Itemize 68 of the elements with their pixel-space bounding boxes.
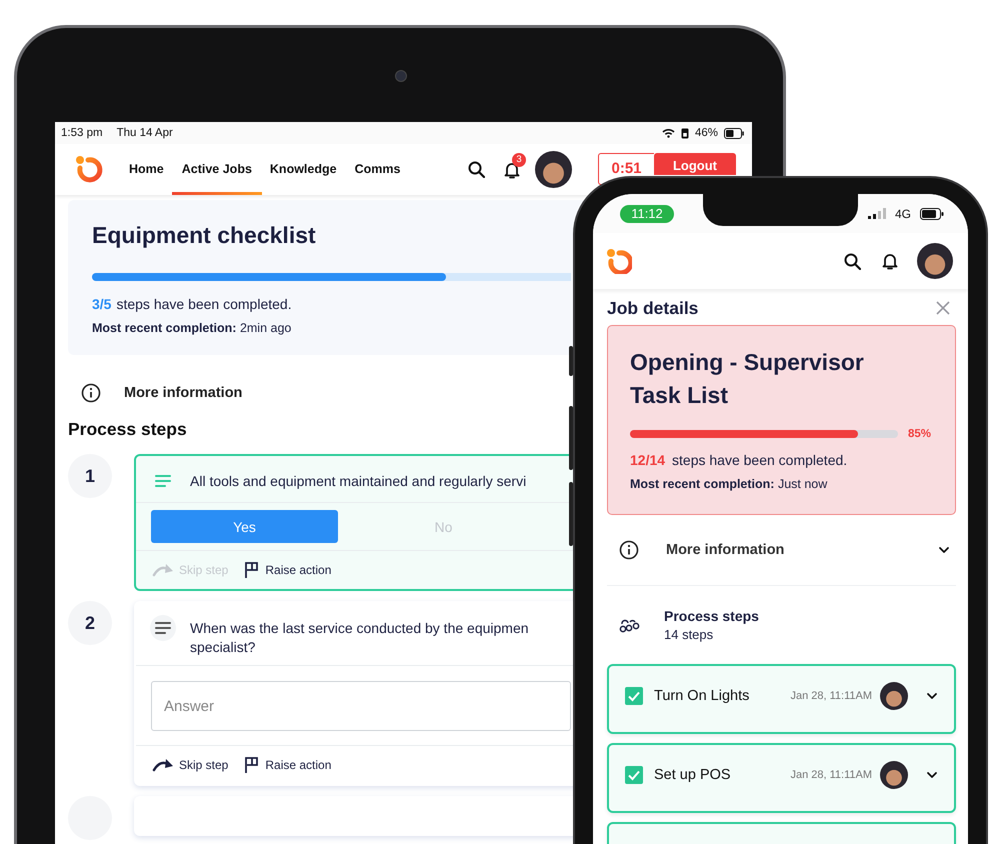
checkbox[interactable] — [625, 687, 643, 705]
raise-action-link[interactable]: Raise action — [244, 756, 332, 774]
avatar[interactable] — [535, 151, 572, 188]
completion-date: Jan 28, 11:11AM — [790, 690, 872, 702]
step-card[interactable]: Turn On Lights Jan 28, 11:11AM — [607, 664, 956, 734]
bell-icon[interactable] — [881, 252, 899, 270]
progress-text: steps have been completed. — [672, 452, 848, 468]
step-title: Turn On Lights — [654, 688, 750, 704]
signal-bars-icon — [868, 208, 886, 219]
search-icon[interactable] — [468, 161, 485, 178]
completed-count: 12/14 — [630, 452, 666, 468]
battery-percent: 46% — [694, 127, 718, 139]
more-information-row[interactable]: More information — [607, 515, 956, 586]
sim-card-icon — [680, 128, 689, 138]
recent-completion: Most recent completion: Just now — [630, 477, 828, 491]
avatar[interactable] — [880, 761, 908, 789]
flag-icon — [244, 561, 260, 579]
step-question: When was the last service conducted by the equipmen specialist? — [190, 619, 529, 657]
info-icon — [619, 540, 639, 560]
nav-tab[interactable]: Comms — [354, 144, 400, 195]
step-question: All tools and equipment maintained and regularly servi — [190, 472, 526, 491]
flag-icon — [244, 756, 260, 774]
app-logo — [75, 154, 105, 184]
section-heading: Process steps — [68, 419, 188, 440]
progress-percent: 85% — [908, 428, 932, 440]
chevron-down-icon — [926, 770, 938, 780]
search-icon[interactable] — [844, 252, 861, 270]
raise-action-link[interactable]: Raise action — [244, 561, 332, 579]
notification-badge: 3 — [512, 152, 526, 166]
status-date: Thu 14 Apr — [116, 127, 173, 139]
wifi-icon — [662, 128, 675, 138]
checkbox[interactable] — [625, 766, 643, 784]
completed-count: 3/5 — [92, 296, 112, 312]
step-number: 2 — [68, 601, 112, 645]
camera-dot — [395, 70, 407, 82]
step-count: 14 steps — [664, 627, 714, 642]
answer-field[interactable]: Answer — [151, 681, 571, 731]
job-title: Opening - Supervisor Task List — [630, 348, 865, 410]
curved-arrow-icon — [152, 563, 174, 577]
progress-text: steps have been completed. — [116, 296, 292, 312]
network-type: 4G — [894, 206, 911, 220]
status-time: 1:53 pm — [61, 127, 103, 139]
step-title: Set up POS — [654, 767, 731, 783]
skip-step-link[interactable]: Skip step — [152, 756, 228, 774]
close-icon[interactable] — [936, 301, 950, 315]
step-card[interactable]: Set up POS Jan 28, 11:11AM — [607, 743, 956, 813]
avatar[interactable] — [880, 682, 908, 710]
nav-tab[interactable]: Active Jobs — [172, 144, 262, 195]
checklist-title: Equipment checklist — [92, 222, 317, 249]
panel-title: Job details — [607, 298, 698, 318]
battery-icon — [920, 208, 944, 220]
app-logo — [606, 248, 632, 274]
logout-button[interactable]: Logout — [654, 153, 736, 175]
nav-tab[interactable]: Knowledge — [270, 144, 337, 195]
avatar[interactable] — [917, 243, 953, 279]
info-icon — [81, 383, 101, 403]
curved-arrow-icon — [152, 758, 174, 772]
lines-icon — [150, 615, 176, 641]
recent-completion: Most recent completion: 2min ago — [92, 321, 292, 335]
completion-date: Jan 28, 11:11AM — [790, 769, 872, 781]
bell-icon[interactable] — [503, 160, 521, 178]
status-time: 11:12 — [620, 204, 674, 222]
chevron-down-icon — [926, 691, 938, 701]
step-number: 1 — [68, 454, 112, 498]
section-heading: Process steps — [664, 608, 759, 624]
more-information-link[interactable]: More information — [124, 385, 242, 401]
battery-icon — [724, 128, 744, 138]
nav-tab[interactable]: Home — [129, 144, 164, 195]
